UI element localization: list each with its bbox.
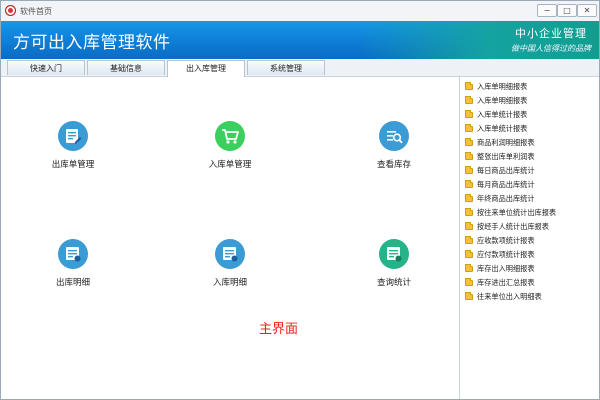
app-title: 方可出入库管理软件: [13, 33, 171, 53]
tile-label: 入库明细: [212, 278, 247, 288]
tile-query-statistics[interactable]: 查询统计: [349, 239, 439, 288]
search-doc-icon: [379, 121, 409, 151]
folder-icon: [465, 124, 473, 132]
list-icon: [215, 239, 245, 269]
folder-icon: [465, 236, 473, 244]
window-title: 软件首页: [20, 7, 52, 16]
cart-icon: [215, 121, 245, 151]
maximize-button[interactable]: □: [557, 4, 577, 17]
tile-label: 入库单管理: [208, 160, 252, 170]
report-item[interactable]: 按往来单位统计出库报表: [465, 206, 556, 219]
tile-label: 查看库存: [376, 160, 411, 170]
folder-icon: [465, 138, 473, 146]
folder-icon: [465, 292, 473, 300]
folder-icon: [465, 166, 473, 174]
company-tagline: 中小企业管理: [515, 27, 587, 40]
tab-basic-info[interactable]: 基础信息: [87, 60, 165, 75]
tile-label: 出库明细: [55, 278, 90, 288]
main-interface-label: 主界面: [259, 322, 299, 337]
report-list-panel: 入库单明细报表 入库单明细报表 入库单统计报表 入库单统计报表 商品利润明细报表…: [459, 77, 599, 399]
report-item[interactable]: 应收款项统计报表: [465, 234, 535, 247]
report-item[interactable]: 库存进出汇总报表: [465, 276, 535, 289]
main-panel: 出库单管理 入库单管理 查看库存 出库明细 入库明细 查询统计 主界面: [1, 77, 459, 399]
tile-label: 查询统计: [376, 278, 411, 288]
tile-inbound-order[interactable]: 入库单管理: [185, 121, 275, 170]
close-button[interactable]: ✕: [577, 4, 597, 17]
title-bar: 软件首页 − □ ✕: [1, 1, 599, 22]
folder-icon: [465, 250, 473, 258]
report-item[interactable]: 入库单明细报表: [465, 94, 527, 107]
tile-outbound-order[interactable]: 出库单管理: [28, 121, 118, 170]
report-item[interactable]: 入库单明细报表: [465, 80, 527, 93]
folder-icon: [465, 264, 473, 272]
tile-outbound-detail[interactable]: 出库明细: [28, 239, 118, 288]
tab-system-management[interactable]: 系统管理: [247, 60, 325, 75]
edit-icon: [58, 121, 88, 151]
folder-icon: [465, 180, 473, 188]
folder-icon: [465, 110, 473, 118]
app-header: 方可出入库管理软件 中小企业管理 做中国人信得过的品牌: [1, 21, 599, 59]
list-icon: [58, 239, 88, 269]
report-item[interactable]: 整张出库单利润表: [465, 150, 535, 163]
report-item[interactable]: 年终商品出库统计: [465, 192, 535, 205]
slogan: 做中国人信得过的品牌: [511, 44, 591, 53]
tile-view-inventory[interactable]: 查看库存: [349, 121, 439, 170]
tab-inventory-management[interactable]: 出入库管理: [167, 60, 245, 77]
folder-icon: [465, 96, 473, 104]
folder-icon: [465, 222, 473, 230]
folder-icon: [465, 194, 473, 202]
minimize-button[interactable]: −: [537, 4, 557, 17]
folder-icon: [465, 152, 473, 160]
folder-icon: [465, 208, 473, 216]
report-item[interactable]: 库存出入明细报表: [465, 262, 535, 275]
tab-bar: 快速入门 基础信息 出入库管理 系统管理: [1, 59, 599, 77]
app-logo-icon: [5, 5, 16, 16]
report-item[interactable]: 每月商品出库统计: [465, 178, 535, 191]
tile-label: 出库单管理: [51, 160, 95, 170]
stats-icon: [379, 239, 409, 269]
tile-inbound-detail[interactable]: 入库明细: [185, 239, 275, 288]
report-item[interactable]: 入库单统计报表: [465, 108, 527, 121]
report-item[interactable]: 商品利润明细报表: [465, 136, 535, 149]
tab-quick-start[interactable]: 快速入门: [7, 60, 85, 75]
app-window: 软件首页 − □ ✕ 方可出入库管理软件 中小企业管理 做中国人信得过的品牌 快…: [0, 0, 600, 400]
report-item[interactable]: 应付款项统计报表: [465, 248, 535, 261]
folder-icon: [465, 278, 473, 286]
report-item[interactable]: 按经手人统计出库报表: [465, 220, 549, 233]
folder-icon: [465, 82, 473, 90]
report-item[interactable]: 往来单位出入明细表: [465, 290, 542, 303]
report-item[interactable]: 入库单统计报表: [465, 122, 527, 135]
report-item[interactable]: 每日商品出库统计: [465, 164, 535, 177]
